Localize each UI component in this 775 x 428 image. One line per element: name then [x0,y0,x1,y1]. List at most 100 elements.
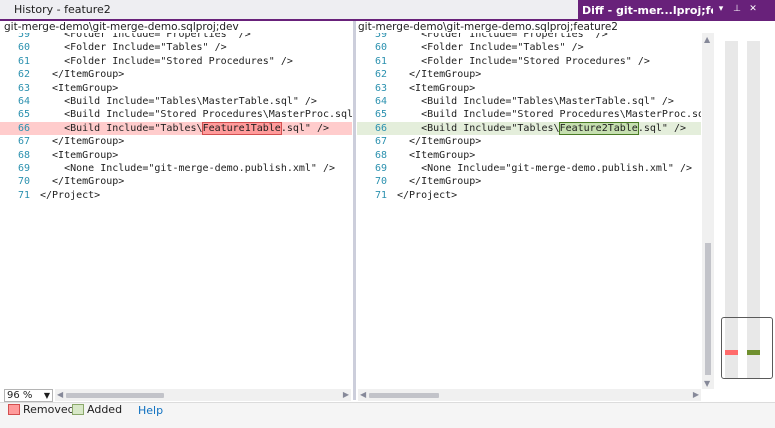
code-text: <Build Include="Tables\Feature2Table.sql… [397,121,686,135]
code-line[interactable]: 64 <Build Include="Tables\MasterTable.sq… [357,95,701,108]
line-number: 63 [374,82,387,94]
line-number: 65 [17,109,30,121]
pin-icon[interactable]: ⊥ [731,3,743,15]
code-text: <Build Include="Tables\MasterTable.sql" … [397,95,674,107]
diff-overview-margin[interactable] [716,33,775,389]
zoom-select[interactable]: 96 % ▼ [4,389,53,402]
code-line[interactable]: 68 <ItemGroup> [357,149,701,162]
code-line[interactable]: 63 <ItemGroup> [357,82,701,95]
code-line[interactable]: 61 <Folder Include="Stored Procedures" /… [0,55,352,68]
line-number: 69 [374,162,387,174]
code-line[interactable]: 67 </ItemGroup> [357,135,701,148]
code-text: <Folder Include="Stored Procedures" /> [397,55,650,67]
code-text: <Folder Include="Properties" /> [397,33,608,40]
tab-diff-label: Diff - git-mer...lproj;feature2 [582,4,713,17]
line-number: 71 [17,189,30,201]
line-number: 66 [17,122,30,134]
code-line[interactable]: 61 <Folder Include="Stored Procedures" /… [357,55,701,68]
right-horizontal-thumb[interactable] [369,393,439,398]
code-line[interactable]: 70 </ItemGroup> [0,175,352,188]
code-line[interactable]: 71 </Project> [0,189,352,202]
left-horizontal-scrollbar[interactable]: ◀ ▶ [55,389,351,401]
line-number: 66 [374,122,387,134]
code-line[interactable]: 68 <ItemGroup> [0,149,352,162]
document-tab-strip: History - feature2 Diff - git-mer...lpro… [0,0,775,19]
vertical-scroll-thumb[interactable] [705,243,711,375]
code-text: </ItemGroup> [40,176,125,188]
code-text: </Project> [40,189,101,201]
line-number: 65 [374,109,387,121]
code-line[interactable]: 71 </Project> [357,189,701,202]
code-line[interactable]: 66 <Build Include="Tables\Feature1Table.… [0,121,352,136]
right-diff-pane[interactable]: 59 <Folder Include="Properties" /> 60 <Fo… [357,33,701,387]
code-text: <Folder Include="Properties" /> [40,33,251,40]
code-text-after: .sql" /> [280,122,330,134]
line-number: 60 [17,42,30,54]
scroll-down-icon[interactable]: ▼ [704,379,710,388]
code-text-before: <Build Include="Tables\ [40,122,203,134]
dropdown-icon[interactable]: ▾ [715,3,727,15]
code-text: <None Include="git-merge-demo.publish.xm… [40,162,336,174]
code-line[interactable]: 62 </ItemGroup> [0,68,352,81]
code-line[interactable]: 65 <Build Include="Stored Procedures\Mas… [357,108,701,121]
code-text: <ItemGroup> [397,82,476,94]
overview-viewport-box[interactable] [721,317,773,379]
code-text: </ItemGroup> [397,69,482,81]
scroll-left-icon[interactable]: ◀ [57,390,63,399]
scroll-right-icon[interactable]: ▶ [343,390,349,399]
right-horizontal-scrollbar[interactable]: ◀ ▶ [358,389,701,401]
help-link[interactable]: Help [138,404,163,417]
removed-text-highlight: Feature1Table [201,121,282,135]
added-label: Added [87,403,123,416]
tab-history[interactable]: History - feature2 [14,3,111,16]
close-icon[interactable]: ✕ [747,3,759,15]
code-line[interactable]: 65 <Build Include="Stored Procedures\Mas… [0,108,352,121]
code-text: <Folder Include="Tables" /> [397,42,584,54]
code-line[interactable]: 59 <Folder Include="Properties" /> [357,33,701,41]
code-text: <None Include="git-merge-demo.publish.xm… [397,162,693,174]
vertical-scrollbar[interactable]: ▲ ▼ [702,33,714,389]
code-line[interactable]: 66 <Build Include="Tables\Feature2Table.… [357,121,701,136]
code-line[interactable]: 69 <None Include="git-merge-demo.publish… [357,162,701,175]
right-file-header: git-merge-demo\git-merge-demo.sqlproj;fe… [358,21,618,33]
scroll-right-icon[interactable]: ▶ [693,390,699,399]
line-number: 59 [374,33,387,40]
code-text: </ItemGroup> [40,136,125,148]
line-number: 63 [17,82,30,94]
code-line[interactable]: 64 <Build Include="Tables\MasterTable.sq… [0,95,352,108]
code-text: </ItemGroup> [397,136,482,148]
chevron-down-icon: ▼ [43,391,50,400]
line-number: 62 [374,69,387,81]
code-text: <Folder Include="Tables" /> [40,42,227,54]
line-number: 61 [17,55,30,67]
code-text: <ItemGroup> [397,149,476,161]
added-swatch [72,404,84,415]
code-text-before: <Build Include="Tables\ [397,122,560,134]
line-number: 62 [17,69,30,81]
code-line[interactable]: 69 <None Include="git-merge-demo.publish… [0,162,352,175]
code-line[interactable]: 67 </ItemGroup> [0,135,352,148]
code-line[interactable]: 60 <Folder Include="Tables" /> [357,41,701,54]
left-diff-pane[interactable]: 59 <Folder Include="Properties" /> 60 <Fo… [0,33,352,387]
code-text: </ItemGroup> [397,176,482,188]
code-text: <Build Include="Tables\MasterTable.sql" … [40,95,317,107]
code-line[interactable]: 63 <ItemGroup> [0,82,352,95]
code-text: </ItemGroup> [40,69,125,81]
code-line[interactable]: 59 <Folder Include="Properties" /> [0,33,352,41]
code-text: <Build Include="Stored Procedures\Master… [40,109,352,121]
code-text: <Build Include="Tables\Feature1Table.sql… [40,121,330,135]
code-text: <Folder Include="Stored Procedures" /> [40,55,293,67]
scroll-up-icon[interactable]: ▲ [704,35,710,44]
code-text: </Project> [397,189,458,201]
tab-diff[interactable]: Diff - git-mer...lproj;feature2 ▾ ⊥ ✕ [578,0,775,19]
left-horizontal-thumb[interactable] [66,393,164,398]
code-line[interactable]: 62 </ItemGroup> [357,68,701,81]
pane-splitter[interactable] [353,21,356,400]
added-text-highlight: Feature2Table [558,121,639,135]
removed-swatch [8,404,20,415]
removed-label: Removed [23,403,75,416]
line-number: 64 [17,95,30,107]
scroll-left-icon[interactable]: ◀ [360,390,366,399]
code-line[interactable]: 60 <Folder Include="Tables" /> [0,41,352,54]
code-line[interactable]: 70 </ItemGroup> [357,175,701,188]
